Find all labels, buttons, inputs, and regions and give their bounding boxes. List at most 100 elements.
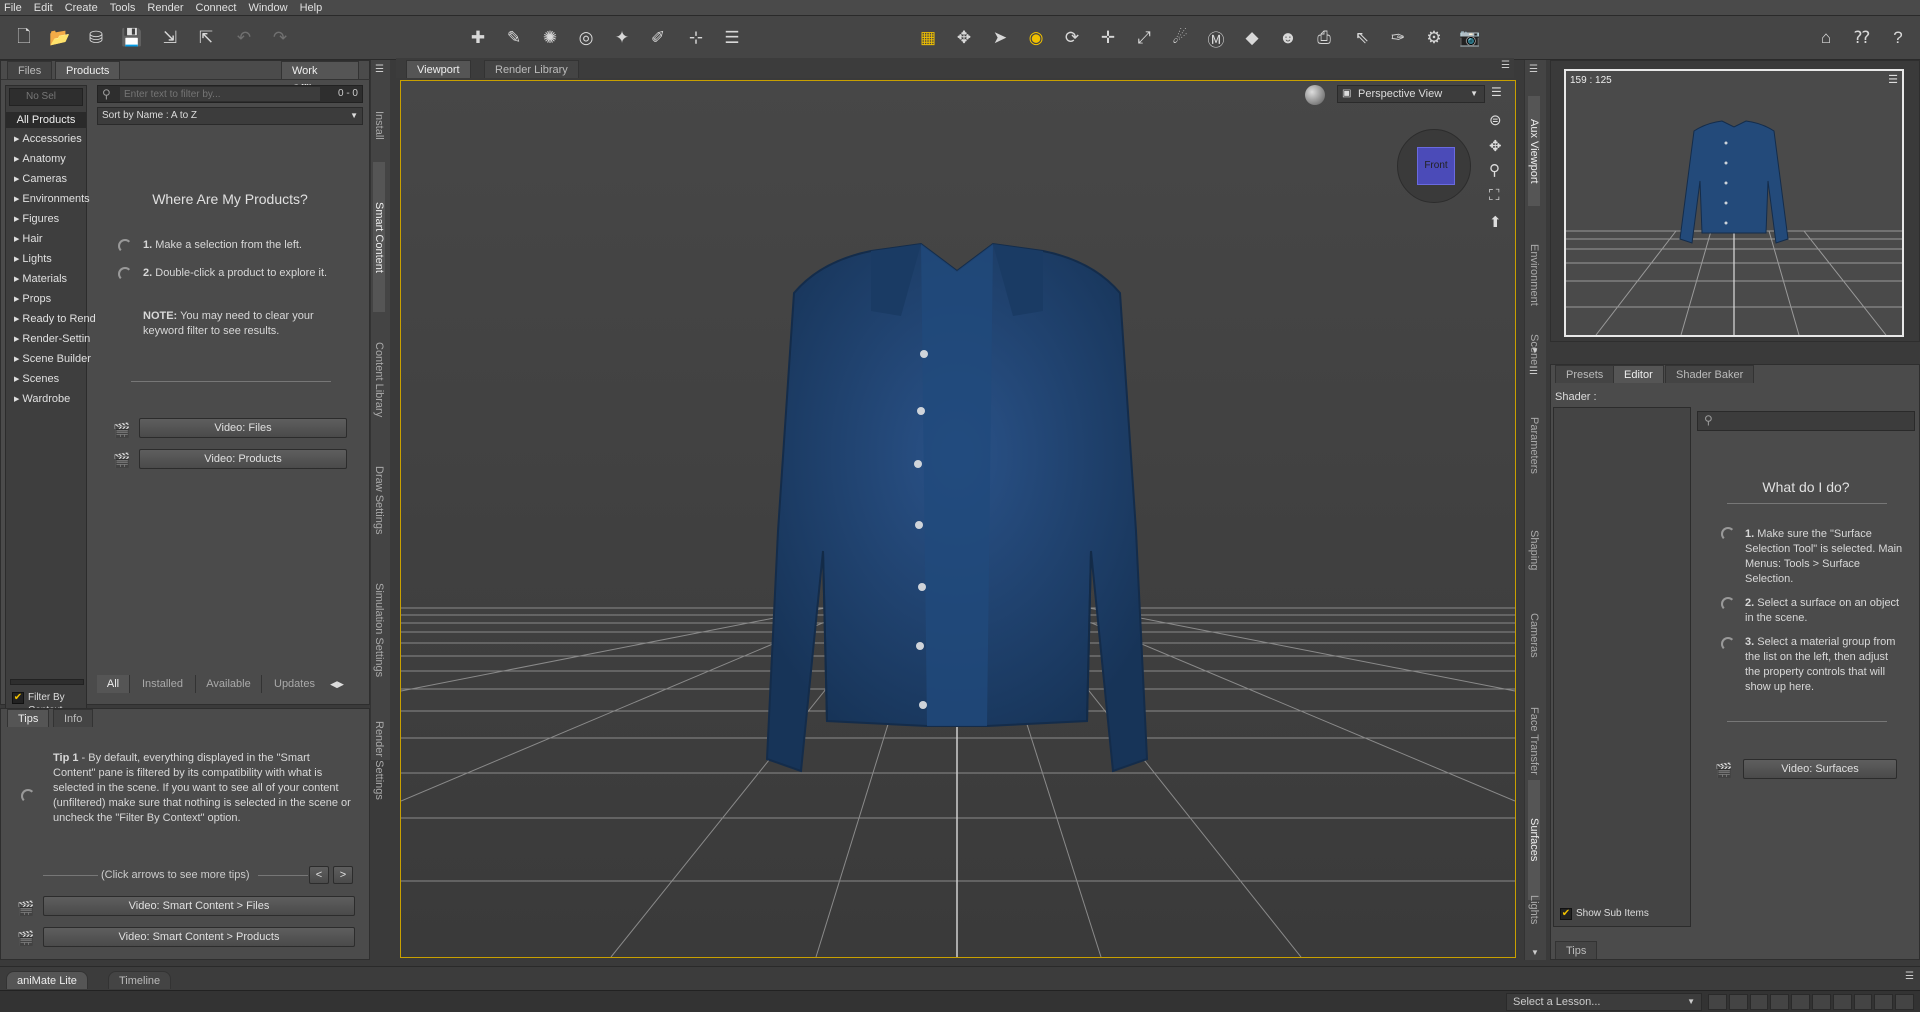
draw-style-icon[interactable]: [1305, 85, 1325, 105]
tab-viewport[interactable]: Viewport: [406, 60, 471, 78]
tab-animate-lite[interactable]: aniMate Lite: [6, 971, 88, 989]
video-surfaces-button[interactable]: Video: Surfaces: [1743, 759, 1897, 779]
tab-files[interactable]: Files: [7, 61, 53, 79]
all-products-item[interactable]: All Products: [6, 112, 86, 128]
view-cube[interactable]: Front: [1397, 129, 1471, 203]
viewport-canvas[interactable]: ▣ Perspective View ▼ ☰ Front ⊜ ✥ ⚲ ⛶ ⬆: [400, 80, 1516, 958]
tab-installed[interactable]: Installed: [129, 675, 195, 693]
rotate-tool-icon[interactable]: ⟳: [1060, 26, 1084, 50]
pane-menu-icon[interactable]: ☰: [1905, 971, 1914, 982]
universal-tool-icon[interactable]: ✥: [952, 26, 976, 50]
settings-tool-icon[interactable]: ⚙: [1422, 26, 1446, 50]
prev-tip-button[interactable]: <: [309, 866, 329, 884]
lesson-step[interactable]: [1832, 994, 1852, 1010]
tab-render-settings[interactable]: Render Settings: [373, 705, 385, 815]
search-input[interactable]: [120, 87, 320, 101]
material-list[interactable]: ✔ Show Sub Items: [1553, 407, 1691, 927]
filter-dropdown[interactable]: No Sel: [9, 88, 83, 106]
tab-smart-content[interactable]: Smart Content: [373, 162, 385, 312]
lesson-step[interactable]: [1749, 994, 1769, 1010]
lesson-step[interactable]: [1728, 994, 1748, 1010]
tab-install[interactable]: Install: [373, 90, 385, 160]
video-smart-content-products-button[interactable]: Video: Smart Content > Products: [43, 927, 355, 947]
filter-field[interactable]: ⚲ 0 - 0: [97, 85, 363, 103]
category-item[interactable]: Materials: [14, 273, 67, 285]
pane-menu-icon[interactable]: ☰: [1529, 366, 1538, 377]
tab-content-library[interactable]: Content Library: [373, 325, 385, 435]
scroll-arrows-icon[interactable]: ◀▶: [327, 675, 347, 693]
import-icon[interactable]: ⇲: [158, 26, 182, 50]
menu-window[interactable]: Window: [248, 2, 287, 14]
camera-tool-icon[interactable]: ⎙: [1312, 26, 1336, 50]
tab-draw-settings[interactable]: Draw Settings: [373, 445, 385, 555]
tab-aux-viewport[interactable]: Aux Viewport: [1528, 96, 1540, 206]
tab-shader-baker[interactable]: Shader Baker: [1665, 365, 1755, 383]
tab-presets[interactable]: Presets: [1555, 365, 1615, 383]
video-files-button[interactable]: Video: Files: [139, 418, 347, 438]
light-tool-icon[interactable]: ✺: [538, 26, 562, 50]
chevron-down-icon[interactable]: ▼: [1531, 948, 1539, 957]
morph-tool-icon[interactable]: Ⓜ: [1204, 26, 1228, 50]
lesson-step[interactable]: [1791, 994, 1810, 1010]
tab-parameters[interactable]: Parameters: [1528, 390, 1540, 500]
grid-toggle-icon[interactable]: ▦: [916, 26, 940, 50]
pane-menu-icon[interactable]: ☰: [1529, 64, 1538, 75]
export-icon[interactable]: ⇱: [194, 26, 218, 50]
new-file-icon[interactable]: 🗋: [12, 26, 36, 50]
video-products-button[interactable]: Video: Products: [139, 449, 347, 469]
joint-editor-icon[interactable]: ⊹: [684, 26, 708, 50]
undo-icon[interactable]: ↶: [232, 26, 256, 50]
aux-viewport-canvas[interactable]: 159 : 125 ☰: [1564, 69, 1904, 337]
figure-tool-icon[interactable]: ☻: [1276, 26, 1300, 50]
tab-products[interactable]: Products: [55, 61, 121, 79]
translate-tool-icon[interactable]: ✛: [1096, 26, 1120, 50]
tab-lights[interactable]: Lights: [1528, 860, 1540, 960]
menu-tools[interactable]: Tools: [110, 2, 136, 14]
tab-tips[interactable]: Tips: [7, 709, 50, 727]
viewport-menu-icon[interactable]: ☰: [1491, 85, 1502, 99]
camera-dropdown[interactable]: ▣ Perspective View ▼: [1337, 85, 1485, 103]
video-smart-content-files-button[interactable]: Video: Smart Content > Files: [43, 896, 355, 916]
surface-selection-icon[interactable]: ◆: [1240, 26, 1264, 50]
lesson-dropdown[interactable]: Select a Lesson... ▼: [1506, 993, 1702, 1011]
whats-this-icon[interactable]: ⁇: [1850, 26, 1874, 50]
menu-help[interactable]: Help: [300, 2, 323, 14]
menu-file[interactable]: File: [4, 2, 22, 14]
category-scrollbar[interactable]: [10, 679, 84, 685]
aux-menu-icon[interactable]: ☰: [1888, 73, 1898, 86]
category-item[interactable]: Wardrobe: [14, 393, 70, 405]
category-item[interactable]: Accessories: [14, 133, 81, 145]
geometry-editor-icon[interactable]: ✦: [610, 26, 634, 50]
merge-file-icon[interactable]: ⛁: [84, 26, 108, 50]
tab-info[interactable]: Info: [53, 709, 94, 727]
category-item[interactable]: Ready to Rend: [14, 313, 95, 325]
reset-view-icon[interactable]: ⬆: [1489, 213, 1502, 231]
sort-dropdown[interactable]: Sort by Name : A to Z ▼: [97, 107, 363, 125]
pan-icon[interactable]: ✥: [1489, 137, 1502, 155]
tab-surface-tips[interactable]: Tips: [1555, 941, 1598, 959]
category-item[interactable]: Scenes: [14, 373, 59, 385]
help-icon[interactable]: ?: [1886, 26, 1910, 50]
spot-render-icon[interactable]: ✎: [502, 26, 526, 50]
property-filter[interactable]: ⚲: [1697, 411, 1915, 431]
pane-menu-icon[interactable]: ☰: [375, 64, 384, 75]
lesson-step[interactable]: [1895, 994, 1914, 1010]
view-cube-face[interactable]: Front: [1417, 147, 1455, 185]
lesson-step[interactable]: [1874, 994, 1894, 1010]
list-icon[interactable]: ☰: [720, 26, 744, 50]
weight-map-icon[interactable]: ✐: [646, 26, 670, 50]
category-item[interactable]: Props: [14, 293, 51, 305]
category-item[interactable]: Lights: [14, 253, 51, 265]
menu-connect[interactable]: Connect: [196, 2, 237, 14]
active-pose-icon[interactable]: ☄: [1168, 26, 1192, 50]
sphere-tool-icon[interactable]: ◎: [574, 26, 598, 50]
brush-tool-icon[interactable]: ✑: [1386, 26, 1410, 50]
open-file-icon[interactable]: 📂: [48, 26, 72, 50]
menu-render[interactable]: Render: [147, 2, 183, 14]
tab-all[interactable]: All: [97, 675, 129, 693]
category-item[interactable]: Figures: [14, 213, 59, 225]
pane-menu-icon[interactable]: ☰: [1501, 60, 1510, 71]
next-tip-button[interactable]: >: [333, 866, 353, 884]
tab-simulation-settings[interactable]: Simulation Settings: [373, 565, 385, 695]
zoom-icon[interactable]: ⚲: [1489, 161, 1500, 179]
